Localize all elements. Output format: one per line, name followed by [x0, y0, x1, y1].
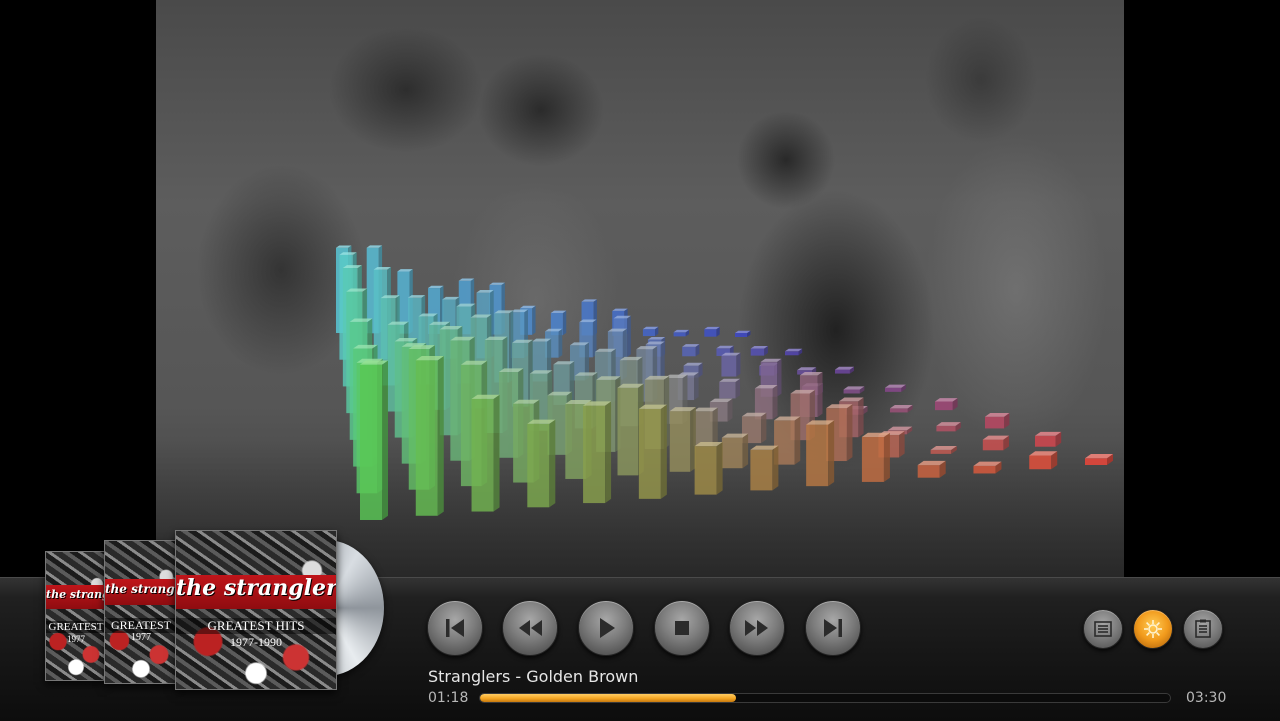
time-total: 03:30 [1186, 690, 1227, 706]
stop-icon [675, 621, 689, 635]
playlist-button[interactable] [1083, 609, 1123, 649]
artist-fanart [156, 0, 1124, 580]
album-cover-front: the stranglers GREATEST HITS 1977-1990 [175, 530, 337, 690]
rewind-button[interactable] [502, 600, 558, 656]
play-icon [600, 618, 615, 638]
progress-fill [480, 694, 737, 702]
skip-previous-button[interactable] [427, 600, 483, 656]
skip-next-icon [824, 619, 842, 637]
playlist-icon [1094, 621, 1112, 637]
cover-years: 1977 [131, 631, 151, 643]
fast-forward-icon [745, 620, 768, 636]
skip-previous-icon [446, 619, 464, 637]
fast-forward-button[interactable] [729, 600, 785, 656]
cover-years: 1977-1990 [230, 635, 282, 650]
album-cover-back: the stranglers GREATEST 1977 [45, 551, 107, 681]
album-cover-middle: the stranglers GREATEST 1977 [104, 540, 178, 684]
play-button[interactable] [578, 600, 634, 656]
time-elapsed: 01:18 [428, 690, 469, 706]
cover-album-title: GREATEST [105, 617, 177, 633]
cover-album-title: GREATEST HITS [176, 617, 336, 634]
cover-band-name: the stranglers [46, 587, 106, 601]
visualization-button[interactable] [1133, 609, 1173, 649]
cover-band-name: the stranglers [176, 575, 337, 602]
rewind-icon [519, 620, 542, 636]
stop-button[interactable] [654, 600, 710, 656]
visualization-icon [1144, 620, 1162, 638]
progress-bar[interactable] [479, 693, 1171, 703]
notes-button[interactable] [1183, 609, 1223, 649]
notes-icon [1195, 619, 1211, 638]
skip-next-button[interactable] [805, 600, 861, 656]
track-title: Stranglers - Golden Brown [428, 667, 639, 686]
cover-years: 1977 [67, 633, 85, 644]
cover-album-title: GREATEST [46, 621, 106, 634]
cover-band-name: the stranglers [105, 582, 178, 597]
